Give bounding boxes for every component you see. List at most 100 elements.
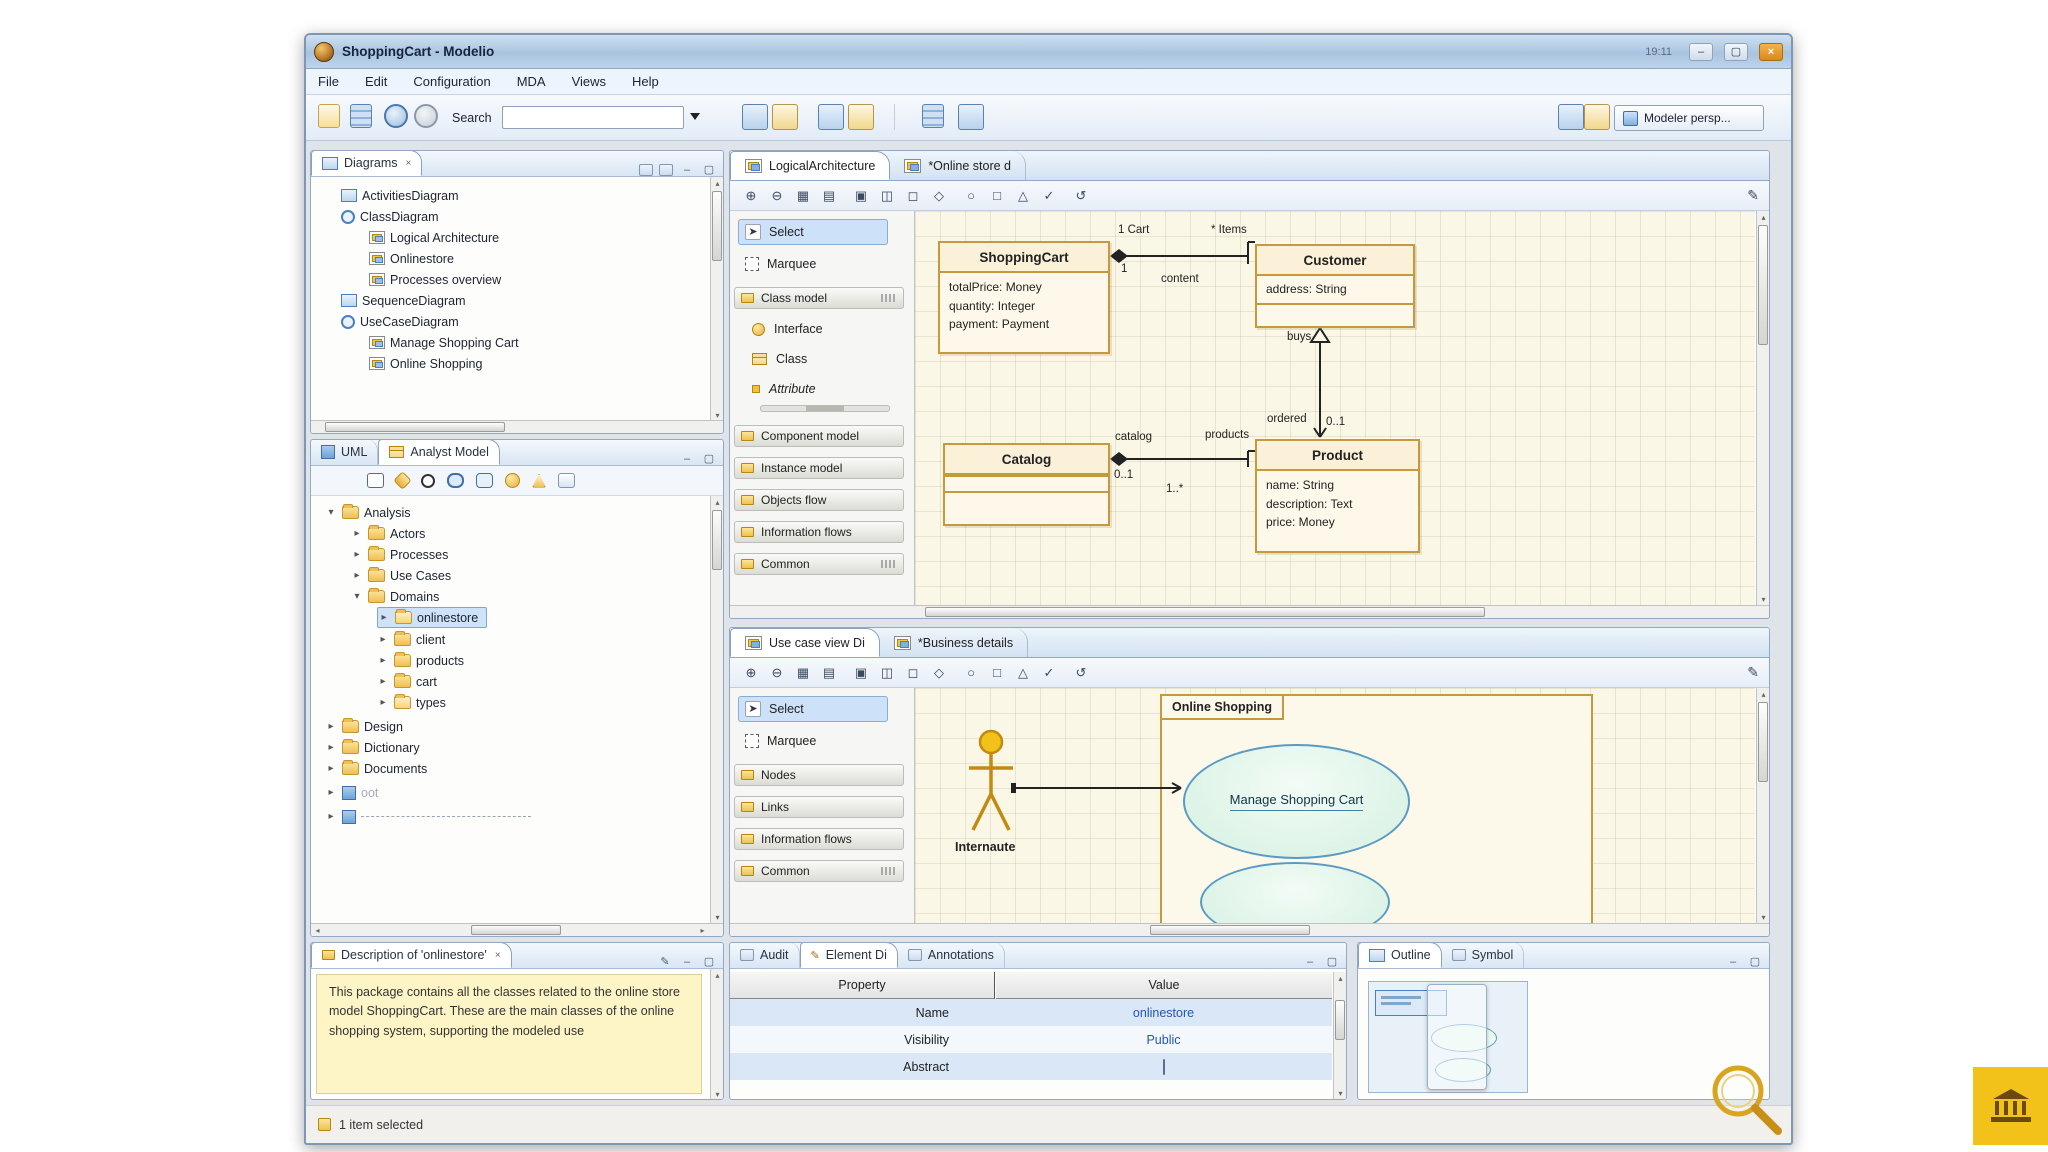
class-catalog[interactable]: Catalog — [943, 443, 1110, 526]
abstract-checkbox[interactable] — [1163, 1059, 1165, 1075]
property-row[interactable]: Name onlinestore — [730, 999, 1332, 1026]
tree-item[interactable]: ▸ types — [377, 692, 446, 713]
page-layout-icon[interactable]: ▤ — [818, 662, 840, 684]
maximize-view-icon[interactable]: ▢ — [701, 452, 717, 465]
palette-section-common[interactable]: Common — [734, 860, 904, 882]
tree-item[interactable]: ▸ products — [377, 650, 464, 671]
tree-item[interactable]: ▸ Processes — [351, 544, 448, 565]
grid-icon[interactable]: ▦ — [792, 662, 814, 684]
menu-file[interactable]: File — [318, 74, 339, 89]
tree-item[interactable]: ▸ — [325, 806, 531, 827]
new-diagram-icon[interactable] — [742, 104, 768, 130]
palette-marquee-tool[interactable]: Marquee — [738, 251, 888, 277]
perspective-selector[interactable]: Modeler persp... — [1614, 105, 1764, 131]
column-header-property[interactable]: Property — [730, 972, 995, 999]
palette-section-class-model[interactable]: Class model — [734, 287, 904, 309]
search-dropdown-icon[interactable] — [690, 113, 700, 120]
zoom-in-icon[interactable]: ⊕ — [740, 662, 762, 684]
triangle-tool-icon[interactable]: △ — [1012, 185, 1034, 207]
frame-icon[interactable]: ◻ — [902, 185, 924, 207]
maximize-view-icon[interactable]: ▢ — [1747, 955, 1763, 968]
redo-icon[interactable] — [414, 104, 438, 128]
diagram-item[interactable]: Onlinestore — [369, 248, 454, 269]
annotate-icon[interactable]: ✎ — [1747, 187, 1759, 204]
tree-item[interactable]: ▸ Dictionary — [325, 737, 420, 758]
diagrams-vertical-scrollbar[interactable]: ▴▾ — [710, 177, 723, 422]
validate-icon[interactable]: ✓ — [1038, 662, 1060, 684]
palette-item-interface[interactable]: Interface — [752, 317, 902, 341]
description-note[interactable]: This package contains all the classes re… — [316, 974, 702, 1094]
palette-section-component-model[interactable]: Component model — [734, 425, 904, 447]
refresh-icon[interactable]: ↺ — [1070, 662, 1092, 684]
zoom-out-icon[interactable]: ⊖ — [766, 185, 788, 207]
new-requirement-icon[interactable] — [476, 473, 493, 488]
diagram-item[interactable]: Logical Architecture — [369, 227, 499, 248]
tree-item-selected[interactable]: ▸ onlinestore — [377, 607, 487, 628]
class-customer[interactable]: Customer address: String — [1255, 244, 1415, 328]
maximize-view-icon[interactable]: ▢ — [701, 163, 717, 176]
palette-section-instance-model[interactable]: Instance model — [734, 457, 904, 479]
diagram-item[interactable]: Online Shopping — [369, 353, 482, 374]
property-value[interactable]: Public — [995, 1033, 1332, 1047]
minimize-view-icon[interactable]: – — [1725, 956, 1741, 968]
palette-marquee-tool[interactable]: Marquee — [738, 728, 888, 754]
style-icon[interactable]: ◇ — [928, 185, 950, 207]
diagram-item[interactable]: SequenceDiagram — [341, 290, 466, 311]
new-package-icon[interactable] — [367, 473, 384, 488]
diagram-item[interactable]: ActivitiesDiagram — [341, 185, 459, 206]
tab-business-details[interactable]: *Business details — [880, 628, 1028, 657]
tree-item[interactable]: ▸ oot — [325, 782, 378, 803]
mda-modules-icon[interactable] — [818, 104, 844, 130]
palette-section-nodes[interactable]: Nodes — [734, 764, 904, 786]
new-element-icon[interactable] — [772, 104, 798, 130]
close-button[interactable]: × — [1759, 43, 1783, 61]
tab-online-store[interactable]: *Online store d — [890, 151, 1026, 180]
new-goal-icon[interactable] — [505, 473, 520, 488]
palette-section-objects-flow[interactable]: Objects flow — [734, 489, 904, 511]
menu-help[interactable]: Help — [632, 74, 659, 89]
minimize-button[interactable]: – — [1689, 43, 1713, 61]
usecase-manage-shopping-cart[interactable]: Manage Shopping Cart — [1183, 744, 1410, 859]
maximize-view-icon[interactable]: ▢ — [1324, 955, 1340, 968]
palette-section-common[interactable]: Common — [734, 553, 904, 575]
tab-description[interactable]: Description of 'onlinestore' × — [311, 942, 512, 968]
tab-element[interactable]: ✎ Element Di — [800, 942, 898, 968]
collapse-all-icon[interactable] — [659, 164, 673, 176]
maximize-view-icon[interactable]: ▢ — [701, 955, 717, 968]
class-diagram-canvas[interactable]: ShoppingCart totalPrice: Money quantity:… — [915, 211, 1755, 606]
configuration-icon[interactable] — [848, 104, 874, 130]
actor-figure[interactable] — [967, 728, 1015, 836]
class-product[interactable]: Product name: String description: Text p… — [1255, 439, 1420, 553]
undo-icon[interactable] — [384, 104, 408, 128]
minimize-view-icon[interactable]: – — [679, 164, 695, 176]
tab-use-case-view[interactable]: Use case view Di — [730, 628, 880, 657]
palette-select-tool[interactable]: ➤ Select — [738, 696, 888, 722]
diagrams-horizontal-scrollbar[interactable] — [311, 420, 723, 433]
open-project-icon[interactable] — [350, 104, 372, 128]
menu-configuration[interactable]: Configuration — [413, 74, 490, 89]
editor-horizontal-scrollbar[interactable] — [730, 605, 1769, 618]
zoom-out-icon[interactable]: ⊖ — [766, 662, 788, 684]
snap-icon[interactable]: ◫ — [876, 185, 898, 207]
tree-item[interactable]: ▾ Domains — [351, 586, 439, 607]
frame-icon[interactable]: ◻ — [902, 662, 924, 684]
tree-item[interactable]: ▸ cart — [377, 671, 437, 692]
tree-item[interactable]: ▸ Design — [325, 716, 403, 737]
menu-mda[interactable]: MDA — [517, 74, 546, 89]
tab-outline[interactable]: Outline — [1358, 942, 1442, 968]
tree-item[interactable]: ▸ Actors — [351, 523, 425, 544]
save-diagram-icon[interactable]: ▣ — [850, 185, 872, 207]
property-value[interactable]: onlinestore — [995, 1006, 1332, 1020]
rect-tool-icon[interactable]: □ — [986, 185, 1008, 207]
tab-logical-architecture[interactable]: LogicalArchitecture — [730, 151, 890, 180]
triangle-tool-icon[interactable]: △ — [1012, 662, 1034, 684]
model-horizontal-scrollbar[interactable]: ◂▸ — [311, 923, 723, 936]
grid-icon[interactable]: ▦ — [792, 185, 814, 207]
refresh-icon[interactable]: ↺ — [1070, 185, 1092, 207]
new-dictionary-entry-icon[interactable] — [393, 471, 411, 489]
properties-scrollbar[interactable]: ▴▾ — [1333, 972, 1346, 1100]
new-business-rule-icon[interactable] — [447, 473, 464, 488]
circle-tool-icon[interactable]: ○ — [960, 662, 982, 684]
palette-section-links[interactable]: Links — [734, 796, 904, 818]
new-risk-icon[interactable] — [532, 474, 546, 488]
